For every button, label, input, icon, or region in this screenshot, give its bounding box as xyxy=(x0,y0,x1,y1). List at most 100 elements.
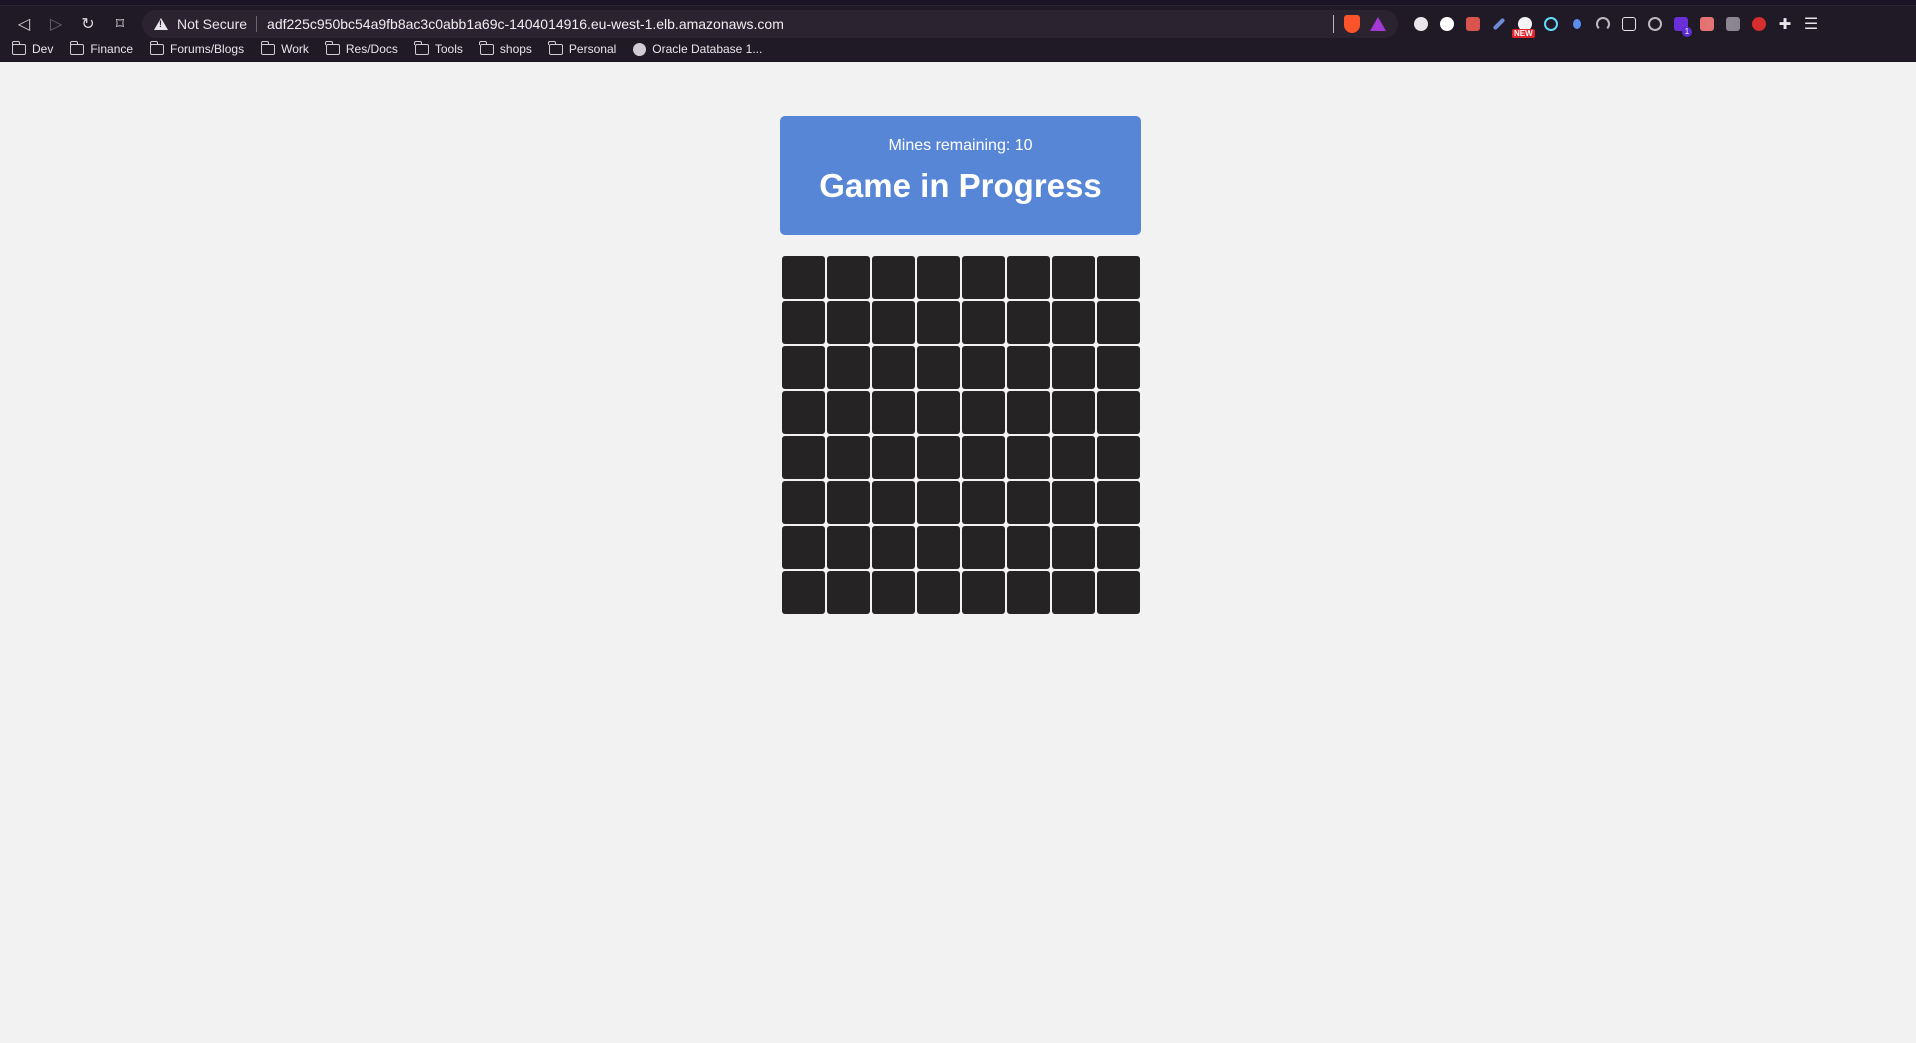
bookmark-shops[interactable]: shops xyxy=(479,40,532,56)
board-cell[interactable] xyxy=(872,256,915,299)
board-cell[interactable] xyxy=(962,301,1005,344)
board-cell[interactable] xyxy=(962,571,1005,614)
extension-13-icon[interactable] xyxy=(1720,10,1746,38)
board-cell[interactable] xyxy=(827,301,870,344)
board-cell[interactable] xyxy=(872,571,915,614)
board-cell[interactable] xyxy=(917,481,960,524)
bookmark-finance[interactable]: Finance xyxy=(69,40,133,56)
board-cell[interactable] xyxy=(917,526,960,569)
board-cell[interactable] xyxy=(1052,301,1095,344)
board-cell[interactable] xyxy=(827,481,870,524)
board-cell[interactable] xyxy=(962,256,1005,299)
bookmark-work[interactable]: Work xyxy=(260,40,309,56)
board-cell[interactable] xyxy=(872,391,915,434)
board-cell[interactable] xyxy=(917,391,960,434)
board-cell[interactable] xyxy=(962,481,1005,524)
board-cell[interactable] xyxy=(1007,571,1050,614)
extension-14-icon[interactable] xyxy=(1746,10,1772,38)
bookmark-oracle-database[interactable]: Oracle Database 1... xyxy=(633,42,762,56)
board-cell[interactable] xyxy=(962,391,1005,434)
board-cell[interactable] xyxy=(872,526,915,569)
board-cell[interactable] xyxy=(827,391,870,434)
board-cell[interactable] xyxy=(782,301,825,344)
board-cell[interactable] xyxy=(1097,526,1140,569)
back-icon[interactable]: ◁ xyxy=(8,10,40,38)
board-cell[interactable] xyxy=(827,436,870,479)
board-cell[interactable] xyxy=(1007,526,1050,569)
board-cell[interactable] xyxy=(1052,571,1095,614)
board-cell[interactable] xyxy=(872,301,915,344)
board-cell[interactable] xyxy=(1007,256,1050,299)
board-cell[interactable] xyxy=(827,571,870,614)
board-cell[interactable] xyxy=(872,481,915,524)
bookmark-icon[interactable]: ⌑ xyxy=(104,10,136,38)
bookmark-dev[interactable]: Dev xyxy=(11,40,53,56)
board-cell[interactable] xyxy=(917,436,960,479)
extension-4-icon[interactable] xyxy=(1486,10,1512,38)
board-cell[interactable] xyxy=(782,436,825,479)
board-cell[interactable] xyxy=(872,346,915,389)
board-cell[interactable] xyxy=(1007,301,1050,344)
board-cell[interactable] xyxy=(1052,436,1095,479)
reload-icon[interactable]: ↻ xyxy=(72,10,104,38)
folder-icon xyxy=(11,40,26,55)
extension-10-icon[interactable] xyxy=(1642,10,1668,38)
board-cell[interactable] xyxy=(1007,391,1050,434)
board-cell[interactable] xyxy=(962,346,1005,389)
extensions-puzzle-icon[interactable]: ✚ xyxy=(1772,10,1798,38)
board-cell[interactable] xyxy=(962,436,1005,479)
board-cell[interactable] xyxy=(827,256,870,299)
board-cell[interactable] xyxy=(782,526,825,569)
board-cell[interactable] xyxy=(782,571,825,614)
board-cell[interactable] xyxy=(1052,391,1095,434)
bookmark-label: Res/Docs xyxy=(345,42,398,56)
react-devtools-icon[interactable] xyxy=(1538,10,1564,38)
board-cell[interactable] xyxy=(782,391,825,434)
menu-icon[interactable]: ☰ xyxy=(1798,10,1824,38)
extension-8-icon[interactable] xyxy=(1590,10,1616,38)
extension-12-icon[interactable] xyxy=(1694,10,1720,38)
board-cell[interactable] xyxy=(1052,346,1095,389)
board-cell[interactable] xyxy=(1097,301,1140,344)
board-cell[interactable] xyxy=(782,256,825,299)
board-cell[interactable] xyxy=(917,571,960,614)
board-cell[interactable] xyxy=(1052,526,1095,569)
bookmark-res-docs[interactable]: Res/Docs xyxy=(325,40,398,56)
board-cell[interactable] xyxy=(1052,481,1095,524)
extension-2-icon[interactable] xyxy=(1434,10,1460,38)
bookmark-tools[interactable]: Tools xyxy=(414,40,463,56)
notion-icon[interactable] xyxy=(1616,10,1642,38)
board-cell[interactable] xyxy=(1097,571,1140,614)
board-cell[interactable] xyxy=(917,256,960,299)
brave-rewards-icon[interactable] xyxy=(1370,16,1386,31)
bookmark-personal[interactable]: Personal xyxy=(548,40,616,56)
board-cell[interactable] xyxy=(962,526,1005,569)
board-cell[interactable] xyxy=(1007,481,1050,524)
forward-icon[interactable]: ▷ xyxy=(40,10,72,38)
board-cell[interactable] xyxy=(1097,481,1140,524)
extension-5-icon[interactable]: NEW xyxy=(1512,10,1538,38)
board-cell[interactable] xyxy=(782,346,825,389)
board-cell[interactable] xyxy=(1007,436,1050,479)
extension-3-icon[interactable] xyxy=(1460,10,1486,38)
board-cell[interactable] xyxy=(827,526,870,569)
warning-icon xyxy=(154,17,168,30)
board-cell[interactable] xyxy=(1097,346,1140,389)
board-cell[interactable] xyxy=(1097,256,1140,299)
extension-7-icon[interactable] xyxy=(1564,10,1590,38)
board-cell[interactable] xyxy=(782,481,825,524)
board-cell[interactable] xyxy=(1052,256,1095,299)
extension-11-icon[interactable]: 1 xyxy=(1668,10,1694,38)
board-cell[interactable] xyxy=(827,346,870,389)
board-cell[interactable] xyxy=(1097,436,1140,479)
url-text[interactable]: adf225c950bc54a9fb8ac3c0abb1a69c-1404014… xyxy=(267,16,1333,32)
address-bar[interactable]: Not Secure adf225c950bc54a9fb8ac3c0abb1a… xyxy=(142,9,1398,38)
brave-shields-icon[interactable] xyxy=(1344,14,1360,33)
extension-1-icon[interactable] xyxy=(1408,10,1434,38)
board-cell[interactable] xyxy=(1007,346,1050,389)
board-cell[interactable] xyxy=(872,436,915,479)
board-cell[interactable] xyxy=(917,301,960,344)
bookmark-forums-blogs[interactable]: Forums/Blogs xyxy=(149,40,244,56)
board-cell[interactable] xyxy=(917,346,960,389)
board-cell[interactable] xyxy=(1097,391,1140,434)
